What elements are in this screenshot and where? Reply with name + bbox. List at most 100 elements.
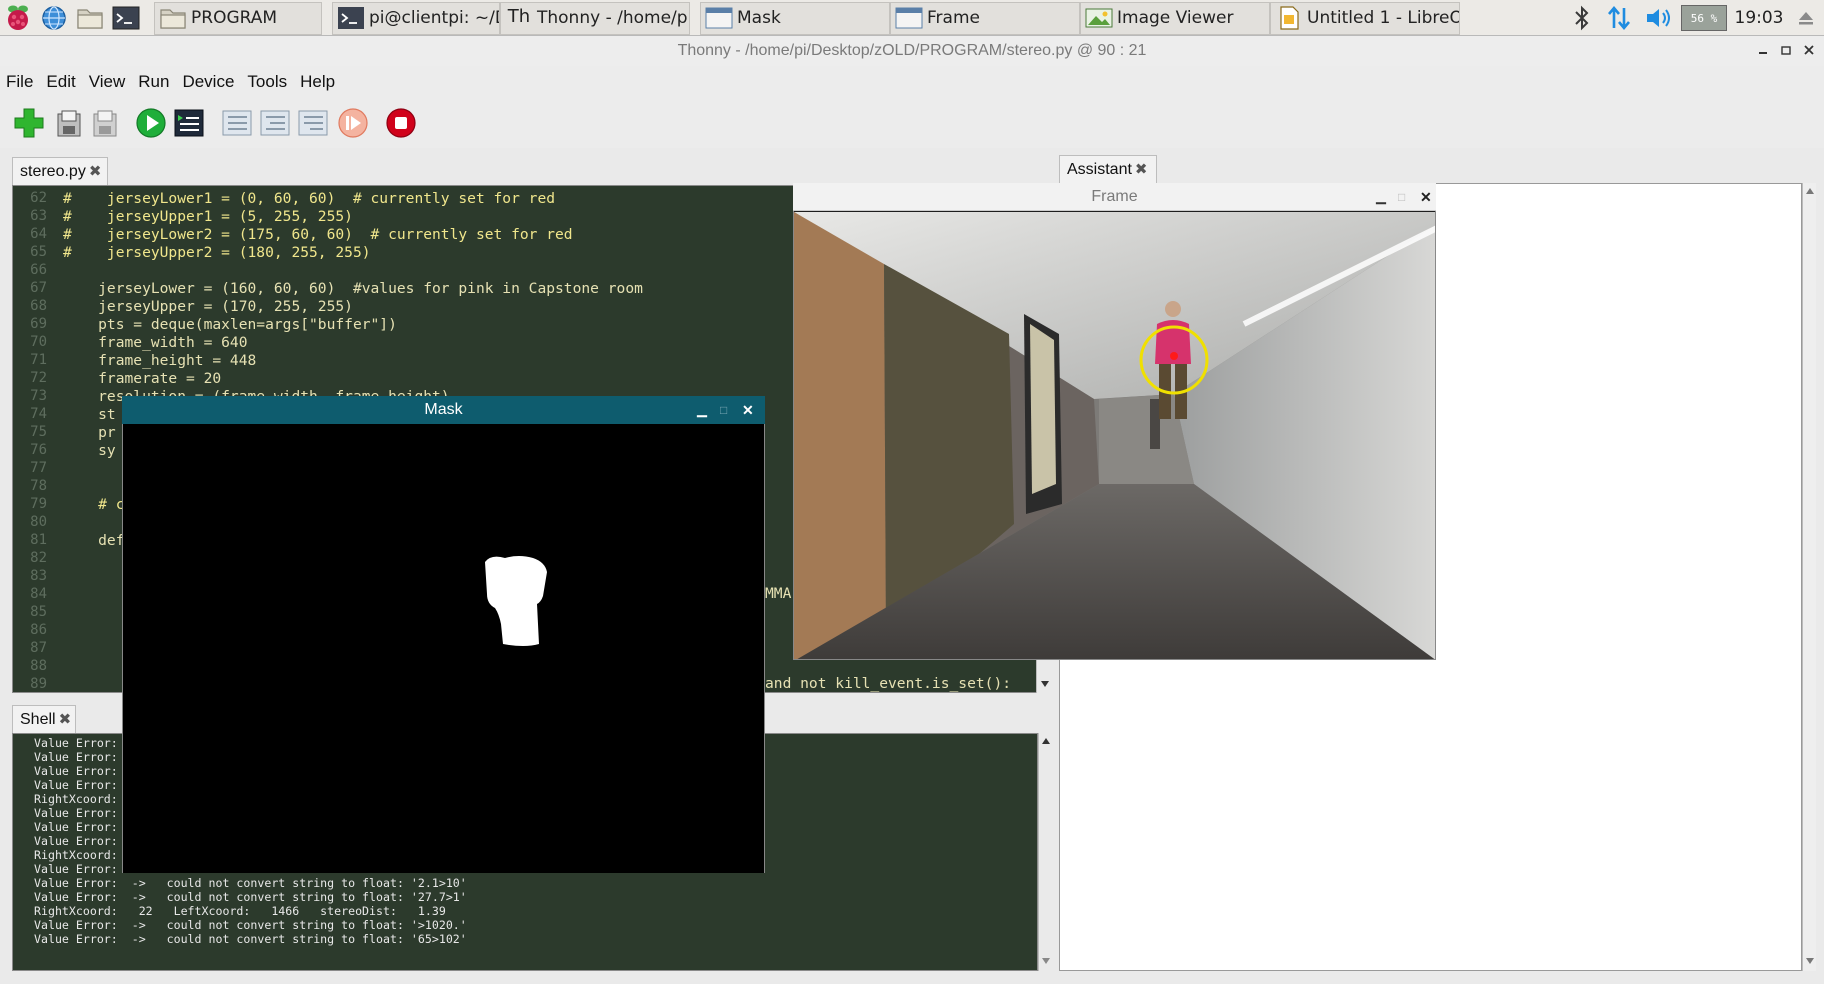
clock[interactable]: 19:03 xyxy=(1734,0,1784,36)
close-tab-icon[interactable]: ✖ xyxy=(59,711,72,728)
camera-frame-image xyxy=(794,212,1435,659)
shell-output-line: Value Error: xyxy=(34,806,118,820)
shell-output-line: RightXcoord: xyxy=(34,848,118,862)
task-label: Untitled 1 - LibreOffic... xyxy=(1307,8,1460,28)
task-libreoffice[interactable]: Untitled 1 - LibreOffic... xyxy=(1270,1,1460,35)
network-icon[interactable] xyxy=(1604,0,1634,36)
tracking-center-dot xyxy=(1170,352,1178,360)
menubar: File Edit View Run Device Tools Help xyxy=(0,66,1824,98)
mask-window-title: Mask xyxy=(424,401,463,418)
code-line: framerate = 20 xyxy=(63,370,222,387)
open-file-button[interactable] xyxy=(52,106,86,140)
eject-icon[interactable] xyxy=(1792,0,1820,36)
step-out-button[interactable] xyxy=(296,106,330,140)
stop-icon xyxy=(386,108,416,138)
window-titlebar: Thonny - /home/pi/Desktop/zOLD/PROGRAM/s… xyxy=(0,36,1824,66)
menu-tools[interactable]: Tools xyxy=(247,72,287,92)
maximize-icon[interactable]: □ xyxy=(720,396,727,424)
globe-icon xyxy=(42,5,66,30)
line-number: 85 xyxy=(30,604,47,620)
tab-shell[interactable]: Shell ✖ xyxy=(12,705,76,733)
maximize-button[interactable] xyxy=(1776,41,1796,61)
scroll-down-icon xyxy=(1041,681,1049,687)
code-line: jerseyUpper = (170, 255, 255) xyxy=(63,298,353,315)
code-line: def xyxy=(63,532,125,549)
task-image-viewer[interactable]: Image Viewer xyxy=(1080,1,1270,35)
shell-scrollbar[interactable] xyxy=(1038,733,1052,971)
open-file-icon xyxy=(57,110,81,137)
stop-button[interactable] xyxy=(384,106,418,140)
menu-edit[interactable]: Edit xyxy=(46,72,75,92)
task-mask[interactable]: Mask xyxy=(700,1,890,35)
run-button[interactable] xyxy=(134,106,168,140)
line-number: 75 xyxy=(30,424,47,440)
line-number: 78 xyxy=(30,478,47,494)
line-number: 72 xyxy=(30,370,47,386)
step-into-button[interactable] xyxy=(258,106,292,140)
task-program[interactable]: PROGRAM xyxy=(154,1,322,35)
line-number: 74 xyxy=(30,406,47,422)
window-icon xyxy=(705,7,733,29)
window-icon xyxy=(895,7,923,29)
line-number: 87 xyxy=(30,640,47,656)
minimize-icon[interactable]: ▁ xyxy=(697,396,707,424)
cpu-usage-label: 56 % xyxy=(1681,5,1727,31)
menu-help[interactable]: Help xyxy=(300,72,335,92)
line-number: 70 xyxy=(30,334,47,350)
code-line: # jerseyUpper2 = (180, 255, 255) xyxy=(63,244,371,261)
cpu-monitor[interactable]: 56 % xyxy=(1680,0,1728,36)
line-number: 67 xyxy=(30,280,47,296)
folder-icon xyxy=(77,8,103,29)
browser-launcher[interactable] xyxy=(36,0,72,36)
task-label: Frame xyxy=(927,8,980,28)
new-file-button[interactable] xyxy=(12,106,46,140)
close-icon[interactable]: ✕ xyxy=(1420,183,1432,211)
tab-assistant[interactable]: Assistant ✖ xyxy=(1059,155,1157,183)
resume-button[interactable] xyxy=(336,106,370,140)
mask-window-titlebar[interactable]: Mask ▁ □ ✕ xyxy=(122,396,765,424)
code-line: # jerseyLower2 = (175, 60, 60) # current… xyxy=(63,226,573,243)
close-tab-icon[interactable]: ✖ xyxy=(89,163,102,180)
close-tab-icon[interactable]: ✖ xyxy=(1135,161,1148,178)
scroll-up-icon xyxy=(1042,738,1050,744)
line-number-gutter: 62 63 64 65 66 67 68 69 70 71 72 73 74 75 76 77 78 79 80 81… xyxy=(13,186,55,692)
shell-output-line: Value Error: -> could not convert string… xyxy=(34,890,467,904)
minimize-button[interactable] xyxy=(1753,41,1773,61)
menu-device[interactable]: Device xyxy=(182,72,234,92)
file-manager-launcher[interactable] xyxy=(72,0,108,36)
save-file-button[interactable] xyxy=(88,106,122,140)
save-icon xyxy=(93,110,117,137)
task-thonny[interactable]: Th Thonny - /home/pi/... xyxy=(500,1,690,35)
mask-window[interactable] xyxy=(122,396,765,873)
frame-window[interactable] xyxy=(793,183,1436,660)
toolbar xyxy=(0,98,1824,148)
terminal-launcher[interactable] xyxy=(108,0,144,36)
assistant-scrollbar[interactable] xyxy=(1802,183,1816,971)
line-number: 81 xyxy=(30,532,47,548)
line-number: 65 xyxy=(30,244,47,260)
shell-output-line: Value Error: -> could not convert string… xyxy=(34,876,467,890)
code-line: pts = deque(maxlen=args["buffer"]) xyxy=(63,316,397,333)
raspberry-menu-button[interactable] xyxy=(0,0,36,36)
step-over-button[interactable] xyxy=(220,106,254,140)
frame-window-titlebar[interactable]: Frame ▁ □ ✕ xyxy=(793,183,1436,211)
maximize-icon[interactable]: □ xyxy=(1398,183,1405,211)
menu-run[interactable]: Run xyxy=(138,72,169,92)
document-icon xyxy=(1280,6,1299,30)
tab-stereo-py[interactable]: stereo.py ✖ xyxy=(12,157,108,185)
bluetooth-icon[interactable] xyxy=(1568,0,1596,36)
step-into-icon xyxy=(260,110,290,136)
debug-button[interactable] xyxy=(172,106,206,140)
volume-icon[interactable] xyxy=(1642,0,1676,36)
shell-output-line: Value Error: -> could not convert string… xyxy=(34,918,467,932)
task-frame[interactable]: Frame xyxy=(890,1,1080,35)
menu-file[interactable]: File xyxy=(6,72,33,92)
task-terminal[interactable]: pi@clientpi: ~/Deskt... xyxy=(332,1,500,35)
close-button[interactable] xyxy=(1799,41,1819,61)
close-icon[interactable]: ✕ xyxy=(742,396,754,424)
code-line: frame_width = 640 xyxy=(63,334,248,351)
shell-output-line: Value Error: xyxy=(34,764,118,778)
minimize-icon[interactable]: ▁ xyxy=(1376,183,1386,211)
menu-view[interactable]: View xyxy=(89,72,126,92)
minimize-icon xyxy=(1759,52,1767,54)
